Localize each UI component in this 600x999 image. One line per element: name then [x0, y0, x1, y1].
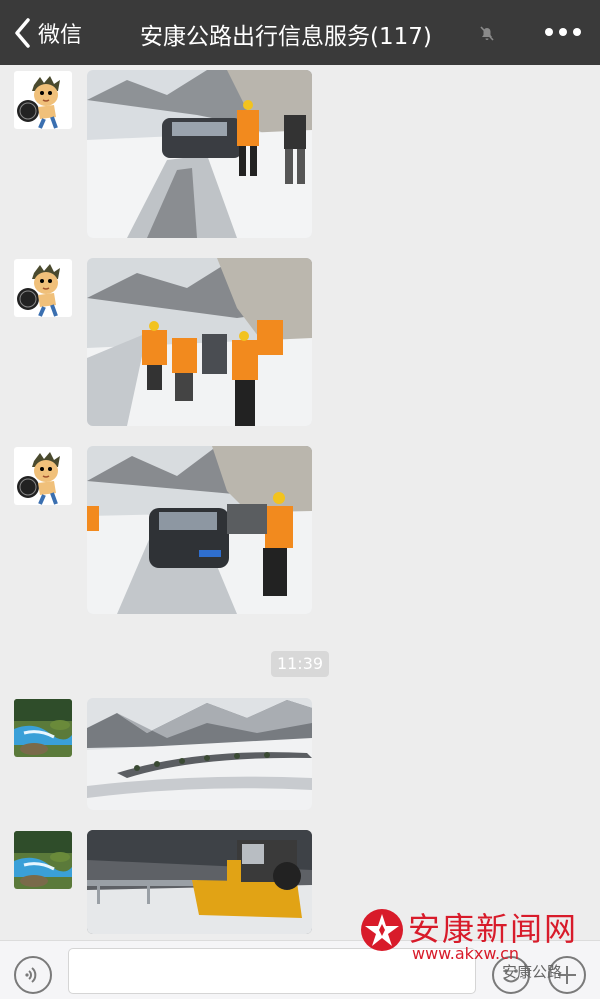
chat-photo[interactable] [87, 698, 312, 810]
chat-photo[interactable] [87, 446, 312, 614]
watermark-brand: 安康公路 [502, 963, 563, 981]
chat-header: 微信 安康公路出行信息服务(117) [0, 0, 600, 65]
back-button[interactable]: 微信 [12, 15, 82, 51]
avatar[interactable] [14, 71, 72, 129]
voice-button[interactable] [14, 956, 52, 994]
chat-title: 安康公路出行信息服务(117) [140, 24, 432, 50]
chat-photo[interactable] [87, 70, 312, 238]
site-logo-icon [361, 909, 403, 951]
back-label: 微信 [38, 23, 83, 48]
avatar[interactable] [14, 447, 72, 505]
more-button[interactable] [545, 28, 581, 38]
avatar[interactable] [14, 259, 72, 317]
chevron-left-icon [15, 18, 30, 48]
chat-photo[interactable] [87, 830, 312, 934]
avatar[interactable] [14, 831, 72, 889]
bell-off-icon [480, 26, 494, 41]
timestamp: 11:39 [271, 651, 329, 677]
chat-photo[interactable] [87, 258, 312, 426]
voice-icon [25, 967, 37, 983]
avatar[interactable] [14, 699, 72, 757]
